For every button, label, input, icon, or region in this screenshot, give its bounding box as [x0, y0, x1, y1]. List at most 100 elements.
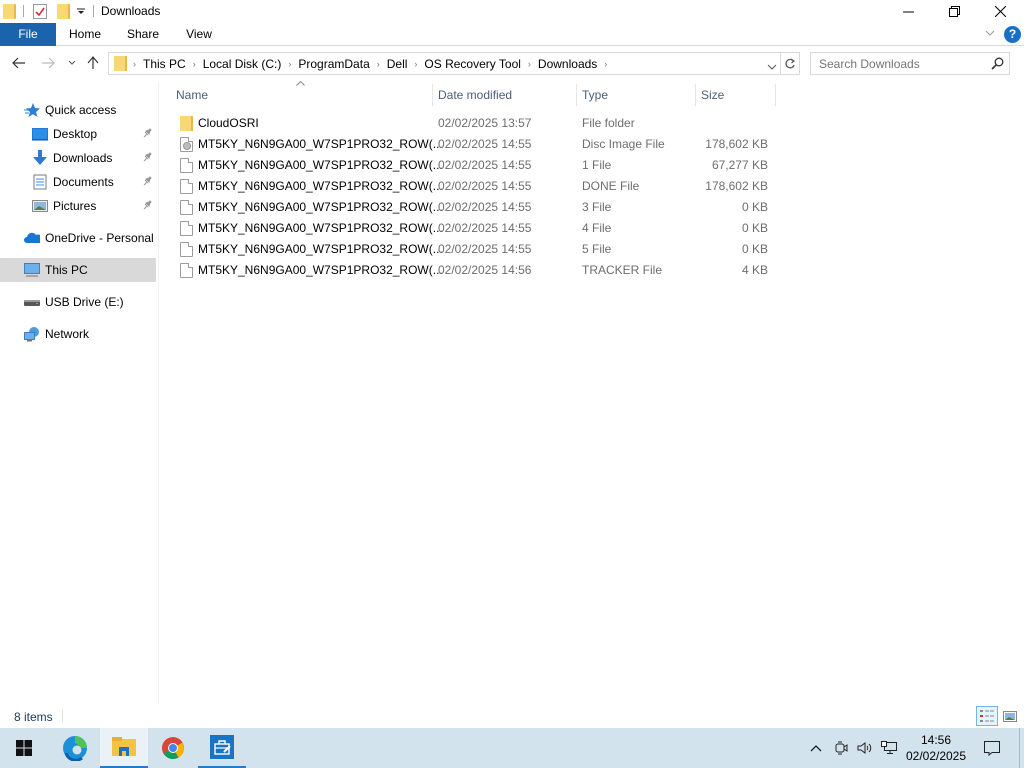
status-bar: 8 items	[0, 706, 1024, 728]
chevron-right-icon[interactable]: ›	[526, 59, 533, 69]
tab-home[interactable]: Home	[60, 23, 110, 46]
chevron-right-icon[interactable]: ›	[412, 59, 419, 69]
sidebar-item-documents[interactable]: Documents	[0, 170, 156, 194]
file-name: CloudOSRI	[198, 116, 259, 130]
file-row[interactable]: CloudOSRI 02/02/2025 13:57 File folder	[170, 113, 776, 134]
chevron-right-icon[interactable]: ›	[286, 59, 293, 69]
close-button[interactable]	[977, 0, 1023, 23]
pin-icon[interactable]	[142, 175, 152, 189]
divider	[62, 709, 63, 723]
sidebar-item-onedrive[interactable]: OneDrive - Personal	[0, 226, 156, 250]
file-name: MT5KY_N6N9GA00_W7SP1PRO32_ROW(...	[198, 137, 443, 151]
back-button[interactable]	[10, 54, 28, 72]
file-icon	[180, 242, 193, 257]
address-history-dropdown[interactable]	[767, 60, 777, 74]
pane-divider[interactable]	[158, 82, 159, 704]
breadcrumb-programdata[interactable]: ProgramData	[293, 57, 374, 71]
column-divider[interactable]	[775, 84, 776, 106]
edge-icon[interactable]	[51, 728, 99, 768]
chevron-right-icon[interactable]: ›	[375, 59, 382, 69]
file-row[interactable]: MT5KY_N6N9GA00_W7SP1PRO32_ROW(... 02/02/…	[170, 239, 776, 260]
sidebar-item-downloads[interactable]: Downloads	[0, 146, 156, 170]
onedrive-icon	[24, 230, 40, 246]
divider	[23, 5, 24, 17]
dell-os-recovery-tool-icon[interactable]	[198, 728, 246, 768]
file-icon	[180, 158, 193, 173]
pin-icon[interactable]	[142, 127, 152, 141]
refresh-button[interactable]	[781, 52, 800, 75]
file-date: 02/02/2025 14:55	[438, 137, 532, 151]
chevron-right-icon[interactable]: ›	[191, 59, 198, 69]
file-type: TRACKER File	[582, 263, 663, 277]
search-input[interactable]	[811, 53, 986, 74]
breadcrumb-os-recovery-tool[interactable]: OS Recovery Tool	[419, 57, 526, 71]
volume-icon[interactable]	[854, 728, 876, 768]
breadcrumb-this-pc[interactable]: This PC	[138, 57, 191, 71]
breadcrumb-dell[interactable]: Dell	[382, 57, 413, 71]
file-name: MT5KY_N6N9GA00_W7SP1PRO32_ROW(...	[198, 263, 443, 277]
sidebar-item-this-pc[interactable]: This PC	[0, 258, 156, 282]
sidebar-item-pictures[interactable]: Pictures	[0, 194, 156, 218]
forward-button[interactable]	[39, 54, 57, 72]
file-row[interactable]: MT5KY_N6N9GA00_W7SP1PRO32_ROW(... 02/02/…	[170, 218, 776, 239]
address-bar[interactable]: › This PC › Local Disk (C:) › ProgramDat…	[108, 52, 781, 75]
file-explorer-taskbar-button[interactable]	[100, 728, 148, 768]
file-date: 02/02/2025 13:57	[438, 116, 532, 130]
chevron-right-icon[interactable]: ›	[602, 59, 609, 69]
start-button[interactable]	[0, 728, 48, 768]
tab-view[interactable]: View	[176, 23, 222, 46]
minimize-button[interactable]	[885, 0, 931, 23]
search-box[interactable]	[810, 52, 1010, 75]
title-bar: Downloads	[0, 0, 1024, 23]
sidebar-item-label: Pictures	[53, 199, 97, 213]
large-icons-view-button[interactable]	[999, 706, 1021, 726]
breadcrumb-downloads[interactable]: Downloads	[533, 57, 602, 71]
file-name: MT5KY_N6N9GA00_W7SP1PRO32_ROW(...	[198, 200, 443, 214]
clock[interactable]: 14:56 02/02/2025	[900, 732, 972, 764]
column-header-size[interactable]: Size	[695, 84, 775, 106]
column-header-type[interactable]: Type	[576, 84, 695, 106]
show-desktop-button[interactable]	[1019, 728, 1020, 768]
up-button[interactable]	[84, 54, 102, 72]
file-size: 178,602 KB	[705, 179, 768, 193]
notifications-button[interactable]	[980, 728, 1004, 768]
ribbon: File Home Share View ?	[0, 23, 1024, 46]
sidebar-item-usb-drive[interactable]: USB Drive (E:)	[0, 290, 156, 314]
file-row[interactable]: MT5KY_N6N9GA00_W7SP1PRO32_ROW(... 02/02/…	[170, 260, 776, 281]
details-view-button[interactable]	[976, 706, 998, 726]
sidebar-item-quick-access[interactable]: Quick access	[0, 98, 156, 122]
sidebar-item-network[interactable]: Network	[0, 322, 156, 346]
file-row[interactable]: MT5KY_N6N9GA00_W7SP1PRO32_ROW(... 02/02/…	[170, 134, 776, 155]
recent-locations-button[interactable]	[63, 54, 81, 72]
pin-icon[interactable]	[142, 151, 152, 165]
sidebar-item-desktop[interactable]: Desktop	[0, 122, 156, 146]
expand-ribbon-icon[interactable]	[985, 28, 995, 41]
file-row[interactable]: MT5KY_N6N9GA00_W7SP1PRO32_ROW(... 02/02/…	[170, 176, 776, 197]
tab-share[interactable]: Share	[118, 23, 168, 46]
show-hidden-icons-button[interactable]	[806, 728, 826, 768]
properties-icon[interactable]	[33, 4, 47, 19]
pin-icon[interactable]	[142, 199, 152, 213]
customize-quick-access-icon[interactable]	[76, 5, 86, 17]
camera-privacy-icon[interactable]	[831, 728, 851, 768]
tab-file[interactable]: File	[0, 23, 56, 46]
help-icon[interactable]: ?	[1004, 26, 1021, 43]
column-header-date-modified[interactable]: Date modified	[432, 84, 576, 106]
search-icon[interactable]	[991, 57, 1004, 73]
file-size: 0 KB	[741, 242, 768, 256]
column-header-name[interactable]: Name	[170, 84, 432, 106]
chevron-right-icon[interactable]: ›	[131, 59, 138, 69]
network-status-icon[interactable]	[878, 728, 900, 768]
new-folder-icon[interactable]	[57, 4, 70, 19]
restore-button[interactable]	[931, 0, 977, 23]
file-row[interactable]: MT5KY_N6N9GA00_W7SP1PRO32_ROW(... 02/02/…	[170, 155, 776, 176]
file-icon	[180, 263, 193, 278]
navigation-pane: Quick access Desktop Downloads Documents	[0, 90, 158, 700]
file-icon	[180, 179, 193, 194]
sidebar-item-label: Desktop	[53, 127, 98, 141]
chrome-icon[interactable]	[149, 728, 197, 768]
breadcrumb-local-disk[interactable]: Local Disk (C:)	[198, 57, 287, 71]
file-type: 3 File	[582, 200, 612, 214]
taskbar: 14:56 02/02/2025	[0, 728, 1024, 768]
file-row[interactable]: MT5KY_N6N9GA00_W7SP1PRO32_ROW(... 02/02/…	[170, 197, 776, 218]
